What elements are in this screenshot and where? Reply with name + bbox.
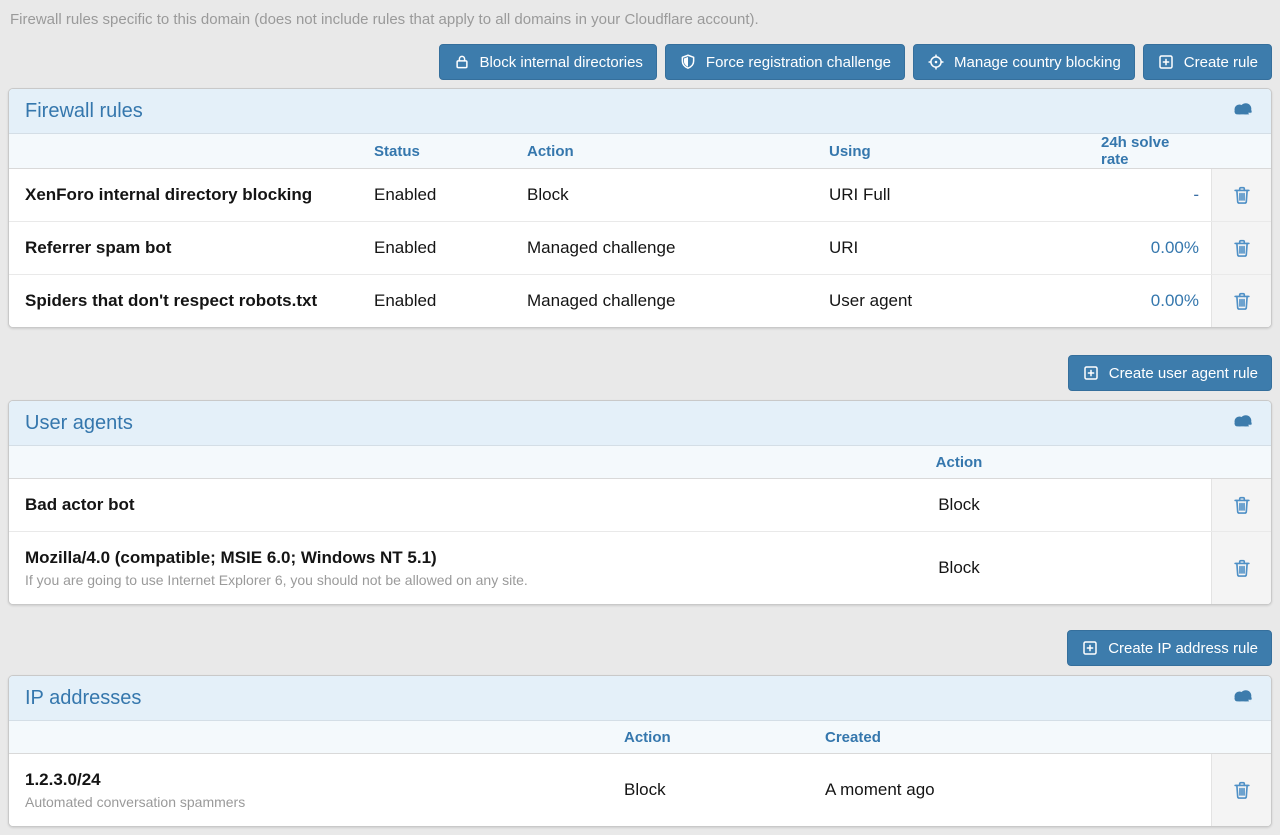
rule-using: URI (829, 222, 1101, 274)
cloudflare-cloud-icon (1231, 413, 1255, 433)
trash-icon (1231, 247, 1253, 262)
create-ip-address-rule-button[interactable]: Create IP address rule (1067, 630, 1272, 666)
rule-name: XenForo internal directory blocking (25, 184, 312, 206)
trash-icon (1231, 300, 1253, 315)
force-registration-challenge-button[interactable]: Force registration challenge (665, 44, 905, 80)
column-header-action: Action (527, 143, 829, 160)
plus-square-icon (1081, 639, 1099, 657)
page: Firewall rules specific to this domain (… (0, 0, 1280, 835)
ip-rule-created: A moment ago (825, 754, 1211, 826)
column-header-action: Action (624, 729, 825, 746)
button-label: Create rule (1184, 54, 1258, 71)
rule-action: Block (527, 169, 829, 221)
user-agent-action: Block (707, 479, 1211, 531)
create-user-agent-rule-button[interactable]: Create user agent rule (1068, 355, 1272, 391)
create-rule-button[interactable]: Create rule (1143, 44, 1272, 80)
ip-rule-action: Block (624, 754, 825, 826)
column-header-solve-rate: 24h solve rate (1101, 134, 1211, 168)
delete-rule-button[interactable] (1231, 779, 1253, 801)
user-agent-description: If you are going to use Internet Explore… (25, 572, 528, 589)
table-row: Bad actor bot Block (9, 479, 1271, 531)
panel-title: User agents (25, 411, 133, 435)
cloudflare-cloud-icon (1231, 101, 1255, 121)
shield-icon (679, 53, 697, 71)
panel-title: IP addresses (25, 686, 141, 710)
column-header-created: Created (825, 729, 1211, 746)
trash-icon (1231, 789, 1253, 804)
table-row: 1.2.3.0/24 Automated conversation spamme… (9, 754, 1271, 826)
table-row: Referrer spam bot Enabled Managed challe… (9, 221, 1271, 274)
ip-addresses-panel-header: IP addresses (9, 676, 1271, 721)
firewall-rules-panel-header: Firewall rules (9, 89, 1271, 134)
button-label: Create user agent rule (1109, 365, 1258, 382)
table-row: Spiders that don't respect robots.txt En… (9, 274, 1271, 327)
firewall-rules-table-header: Status Action Using 24h solve rate (9, 134, 1271, 169)
firewall-rules-panel: Firewall rules Status Action Using 24h s… (8, 88, 1272, 328)
rule-solve-rate-link[interactable]: 0.00% (1151, 291, 1199, 311)
column-header-using: Using (829, 143, 1101, 160)
manage-country-blocking-button[interactable]: Manage country blocking (913, 44, 1135, 80)
delete-rule-button[interactable] (1231, 290, 1253, 312)
button-label: Force registration challenge (706, 54, 891, 71)
table-row: XenForo internal directory blocking Enab… (9, 169, 1271, 221)
trash-icon (1231, 567, 1253, 582)
button-label: Block internal directories (480, 54, 643, 71)
user-agents-panel-header: User agents (9, 401, 1271, 446)
plus-square-icon (1157, 53, 1175, 71)
delete-rule-button[interactable] (1231, 237, 1253, 259)
rule-action: Managed challenge (527, 275, 829, 327)
panel-title: Firewall rules (25, 99, 143, 123)
rule-using: User agent (829, 275, 1101, 327)
top-toolbar: Block internal directories Force registr… (8, 44, 1272, 80)
ip-rule-description: Automated conversation spammers (25, 794, 245, 811)
block-internal-directories-button[interactable]: Block internal directories (439, 44, 657, 80)
user-agent-name: Mozilla/4.0 (compatible; MSIE 6.0; Windo… (25, 547, 437, 569)
table-row: Mozilla/4.0 (compatible; MSIE 6.0; Windo… (9, 531, 1271, 604)
ip-addresses-panel: IP addresses Action Created 1.2.3. (8, 675, 1272, 827)
ip-addresses-table-header: Action Created (9, 721, 1271, 754)
button-label: Manage country blocking (954, 54, 1121, 71)
rule-status: Enabled (374, 222, 527, 274)
rule-status: Enabled (374, 169, 527, 221)
geo-target-icon (927, 53, 945, 71)
lock-icon (453, 53, 471, 71)
column-header-status: Status (374, 143, 527, 160)
plus-square-icon (1082, 364, 1100, 382)
user-agents-table-header: Action (9, 446, 1271, 479)
column-header-action: Action (707, 454, 1211, 471)
rule-status: Enabled (374, 275, 527, 327)
delete-rule-button[interactable] (1231, 184, 1253, 206)
user-agents-panel: User agents Action Bad actor bot (8, 400, 1272, 605)
delete-rule-button[interactable] (1231, 557, 1253, 579)
rule-using: URI Full (829, 169, 1101, 221)
trash-icon (1231, 504, 1253, 519)
rule-name: Spiders that don't respect robots.txt (25, 290, 317, 312)
page-description: Firewall rules specific to this domain (… (10, 10, 1270, 30)
button-label: Create IP address rule (1108, 640, 1258, 657)
rule-name: Referrer spam bot (25, 237, 171, 259)
rule-solve-rate: - (1193, 185, 1199, 205)
ip-range: 1.2.3.0/24 (25, 769, 101, 791)
user-agents-toolbar: Create user agent rule (8, 355, 1272, 391)
delete-rule-button[interactable] (1231, 494, 1253, 516)
ip-addresses-toolbar: Create IP address rule (8, 630, 1272, 666)
user-agent-action: Block (707, 532, 1211, 604)
trash-icon (1231, 194, 1253, 209)
rule-action: Managed challenge (527, 222, 829, 274)
user-agent-name: Bad actor bot (25, 494, 135, 516)
cloudflare-cloud-icon (1231, 688, 1255, 708)
rule-solve-rate-link[interactable]: 0.00% (1151, 238, 1199, 258)
